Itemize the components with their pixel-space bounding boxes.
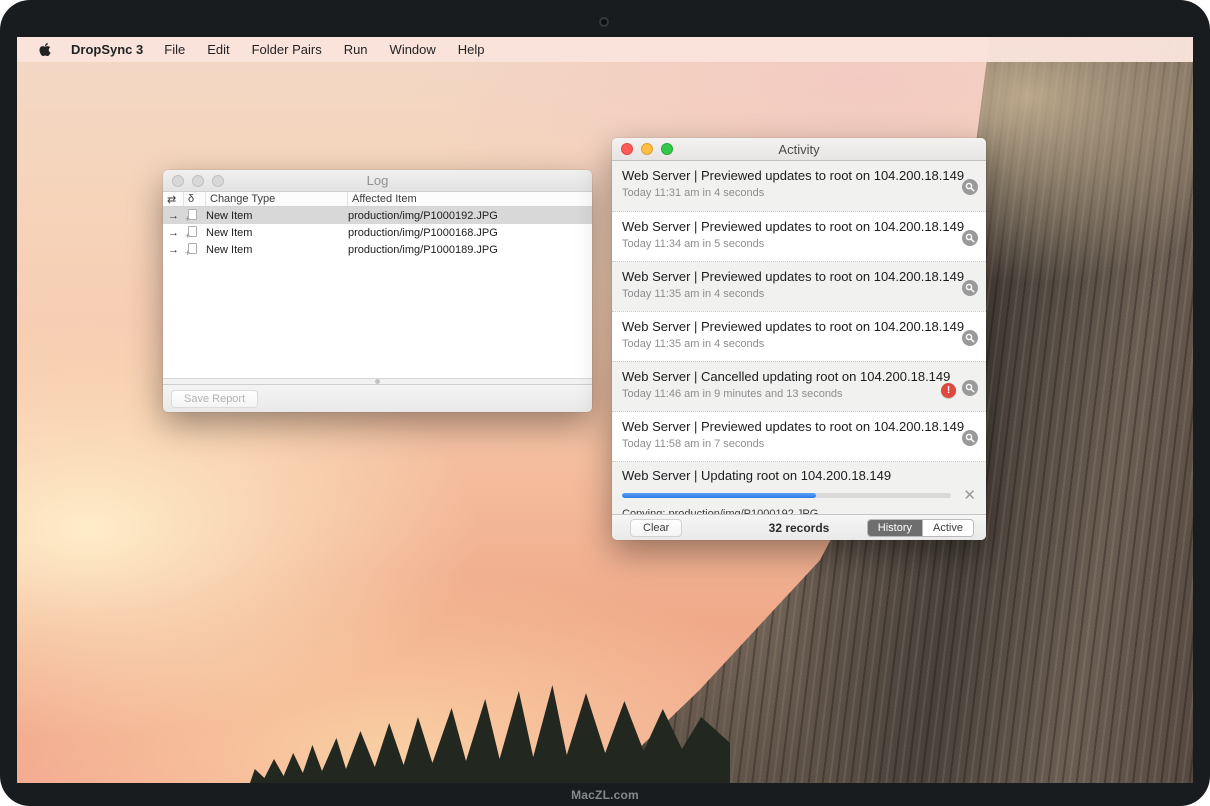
entry-title: Web Server | Previewed updates to root o… bbox=[622, 168, 976, 183]
laptop-bezel: DropSync 3 File Edit Folder Pairs Run Window… bbox=[0, 0, 1210, 806]
inspect-magnifier-icon[interactable] bbox=[962, 179, 978, 200]
menu-item[interactable]: Window bbox=[390, 42, 436, 57]
new-file-icon bbox=[184, 243, 206, 257]
webcam-icon bbox=[599, 17, 609, 27]
menu-item[interactable]: Folder Pairs bbox=[252, 42, 322, 57]
entry-timestamp: Today 11:35 am in 4 seconds bbox=[622, 338, 976, 350]
column-direction[interactable]: ⇄ bbox=[163, 192, 184, 206]
change-type-cell: New Item bbox=[206, 210, 348, 222]
menu-app-name[interactable]: DropSync 3 bbox=[71, 42, 143, 57]
progress-bar bbox=[622, 493, 951, 498]
entry-timestamp: Today 11:34 am in 5 seconds bbox=[622, 238, 976, 250]
segment-history[interactable]: History bbox=[868, 520, 922, 536]
inspect-magnifier-icon[interactable] bbox=[962, 380, 978, 401]
entry-title: Web Server | Previewed updates to root o… bbox=[622, 419, 976, 434]
bezel-brand-label: MacZL.com bbox=[0, 788, 1210, 802]
log-window: Log ⇄ δ Change Type Affected Item → New … bbox=[163, 170, 592, 412]
column-affected-item[interactable]: Affected Item bbox=[348, 192, 592, 206]
log-titlebar[interactable]: Log bbox=[163, 170, 592, 192]
menu-item[interactable]: Run bbox=[344, 42, 368, 57]
activity-entry[interactable]: Web Server | Previewed updates to root o… bbox=[612, 161, 986, 211]
column-delta[interactable]: δ bbox=[184, 192, 206, 206]
minimize-button[interactable] bbox=[641, 143, 653, 155]
minimize-button[interactable] bbox=[192, 175, 204, 187]
close-button[interactable] bbox=[621, 143, 633, 155]
wallpaper-forest bbox=[250, 683, 730, 783]
entry-title: Web Server | Previewed updates to root o… bbox=[622, 269, 976, 284]
menu-bar: DropSync 3 File Edit Folder Pairs Run Window… bbox=[17, 37, 1193, 62]
activity-footer: Clear 32 records History Active bbox=[612, 514, 986, 540]
change-type-cell: New Item bbox=[206, 227, 348, 239]
task-title: Web Server | Updating root on 104.200.18… bbox=[622, 468, 976, 483]
activity-entry[interactable]: Web Server | Previewed updates to root o… bbox=[612, 261, 986, 311]
log-traffic-lights bbox=[172, 175, 224, 187]
active-task-row: Web Server | Updating root on 104.200.18… bbox=[612, 461, 986, 514]
activity-titlebar[interactable]: Activity bbox=[612, 138, 986, 161]
zoom-button[interactable] bbox=[661, 143, 673, 155]
entry-title: Web Server | Previewed updates to root o… bbox=[622, 219, 976, 234]
apple-menu-icon[interactable] bbox=[39, 42, 51, 57]
activity-traffic-lights bbox=[621, 143, 673, 155]
activity-entry[interactable]: Web Server | Previewed updates to root o… bbox=[612, 211, 986, 261]
cancel-task-icon[interactable]: ✕ bbox=[963, 488, 976, 503]
affected-item-cell: production/img/P1000189.JPG bbox=[348, 244, 592, 256]
inspect-magnifier-icon[interactable] bbox=[962, 430, 978, 451]
log-table-row[interactable]: → New Item production/img/P1000189.JPG bbox=[163, 241, 592, 258]
log-table-empty-area bbox=[163, 258, 592, 378]
history-active-segmented-control: History Active bbox=[867, 519, 974, 537]
log-table-row[interactable]: → New Item production/img/P1000168.JPG bbox=[163, 224, 592, 241]
inspect-magnifier-icon[interactable] bbox=[962, 280, 978, 301]
progress-fill bbox=[622, 493, 816, 498]
menu-item[interactable]: File bbox=[164, 42, 185, 57]
log-table-header: ⇄ δ Change Type Affected Item bbox=[163, 192, 592, 207]
direction-arrow-icon: → bbox=[163, 210, 184, 222]
entry-title: Web Server | Previewed updates to root o… bbox=[622, 319, 976, 334]
direction-arrow-icon: → bbox=[163, 244, 184, 256]
close-button[interactable] bbox=[172, 175, 184, 187]
change-type-cell: New Item bbox=[206, 244, 348, 256]
entry-timestamp: Today 11:58 am in 7 seconds bbox=[622, 438, 976, 450]
entry-title: Web Server | Cancelled updating root on … bbox=[622, 369, 976, 384]
direction-arrow-icon: → bbox=[163, 227, 184, 239]
activity-entry[interactable]: Web Server | Cancelled updating root on … bbox=[612, 361, 986, 411]
activity-window: Activity Web Server | Previewed updates … bbox=[612, 138, 986, 540]
records-count: 32 records bbox=[769, 521, 830, 535]
activity-list: Web Server | Previewed updates to root o… bbox=[612, 161, 986, 461]
zoom-button[interactable] bbox=[212, 175, 224, 187]
entry-timestamp: Today 11:31 am in 4 seconds bbox=[622, 187, 976, 199]
inspect-magnifier-icon[interactable] bbox=[962, 330, 978, 351]
save-report-button[interactable]: Save Report bbox=[171, 390, 258, 408]
new-file-icon bbox=[184, 209, 206, 223]
entry-timestamp: Today 11:46 am in 9 minutes and 13 secon… bbox=[622, 388, 976, 400]
segment-active[interactable]: Active bbox=[922, 520, 973, 536]
activity-window-title: Activity bbox=[778, 142, 819, 157]
affected-item-cell: production/img/P1000168.JPG bbox=[348, 227, 592, 239]
log-table: → New Item production/img/P1000192.JPG →… bbox=[163, 207, 592, 258]
log-window-title: Log bbox=[367, 173, 389, 188]
log-footer: Save Report bbox=[163, 385, 592, 412]
activity-entry[interactable]: Web Server | Previewed updates to root o… bbox=[612, 411, 986, 461]
desktop-wallpaper: DropSync 3 File Edit Folder Pairs Run Window… bbox=[17, 37, 1193, 783]
error-icon: ! bbox=[941, 383, 956, 398]
new-file-icon bbox=[184, 226, 206, 240]
menu-item[interactable]: Help bbox=[458, 42, 485, 57]
entry-timestamp: Today 11:35 am in 4 seconds bbox=[622, 288, 976, 300]
menu-item[interactable]: Edit bbox=[207, 42, 229, 57]
splitter-handle[interactable] bbox=[163, 378, 592, 385]
inspect-magnifier-icon[interactable] bbox=[962, 230, 978, 251]
activity-entry[interactable]: Web Server | Previewed updates to root o… bbox=[612, 311, 986, 361]
column-change-type[interactable]: Change Type bbox=[206, 192, 348, 206]
log-table-row[interactable]: → New Item production/img/P1000192.JPG bbox=[163, 207, 592, 224]
affected-item-cell: production/img/P1000192.JPG bbox=[348, 210, 592, 222]
clear-button[interactable]: Clear bbox=[630, 519, 682, 537]
